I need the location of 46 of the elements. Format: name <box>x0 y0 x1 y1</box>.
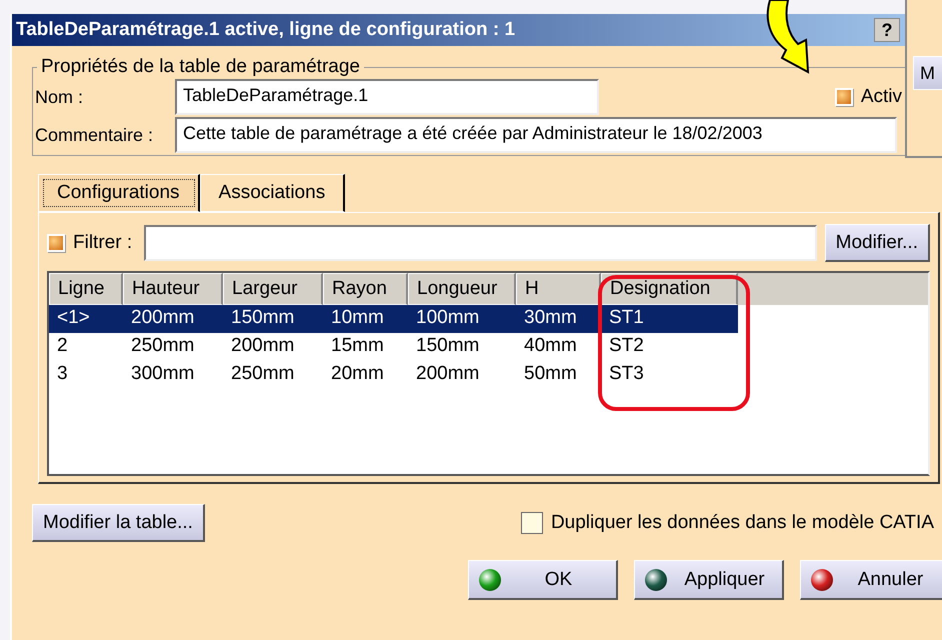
filter-checkbox[interactable] <box>47 234 65 252</box>
filter-label: Filtrer : <box>73 232 132 254</box>
duplicate-checkbox[interactable] <box>520 512 543 534</box>
group-title: Propriétés de la table de paramétrage <box>40 56 361 78</box>
window-title: TableDeParamétrage.1 active, ligne de configuration : 1 <box>16 19 516 41</box>
table-cell-text: 200mm <box>230 334 296 358</box>
name-field[interactable]: TableDeParamétrage.1 <box>175 79 599 115</box>
table-cell-text: ST1 <box>608 306 645 330</box>
table-cell-text: <1> <box>56 306 91 330</box>
side-button[interactable]: M <box>913 56 942 90</box>
table-cell-text: ST3 <box>608 362 645 386</box>
help-button[interactable]: ? <box>874 18 900 42</box>
modify-table-button[interactable]: Modifier la table... <box>32 504 205 542</box>
filter-field[interactable] <box>144 225 817 261</box>
active-label: Activ <box>860 86 902 108</box>
tab[interactable]: Associations <box>200 174 346 212</box>
duplicate-label: Dupliquer les données dans le modèle CATIA <box>550 512 934 534</box>
active-checkbox[interactable] <box>834 88 853 106</box>
table-cell-text: 250mm <box>130 334 196 358</box>
tab[interactable]: Configurations <box>38 174 200 212</box>
table-cell-text: 200mm <box>415 362 480 386</box>
table-cell-text: 2 <box>56 334 69 358</box>
table-cell-text: 300mm <box>130 362 196 386</box>
name-label: Nom : <box>34 86 84 108</box>
table-row[interactable]: 2 250mm 200mm 15mm 150mm 40mm ST2 <box>49 333 738 361</box>
table-row[interactable]: <1> 200mm 150mm 10mm 100mm 30mm ST1 <box>49 305 738 333</box>
table-cell-text: ST2 <box>608 334 645 358</box>
table-cell-text: 10mm <box>330 306 385 330</box>
table-cell-text: 150mm <box>230 306 296 330</box>
table-cell-text: 3 <box>56 362 69 386</box>
table-cell-text: 20mm <box>330 362 385 386</box>
ok-button[interactable]: OK <box>468 560 618 600</box>
cancel-button[interactable]: Annuler <box>800 560 942 600</box>
comment-label: Commentaire : <box>34 124 154 146</box>
modify-button[interactable]: Modifier... <box>824 224 930 262</box>
apply-button[interactable]: Appliquer <box>634 560 784 600</box>
comment-field[interactable]: Cette table de paramétrage a été créée par Administrateur le 18/02/2003 <box>175 117 897 153</box>
table-cell-text: 15mm <box>330 334 385 358</box>
table-cell-text: 30mm <box>523 306 578 330</box>
table-cell-text: 200mm <box>130 306 196 330</box>
table-cell-text: 150mm <box>415 334 480 358</box>
table-cell-text: 40mm <box>523 334 578 358</box>
table-cell-text: 50mm <box>523 362 578 386</box>
table-row[interactable]: 3 300mm 250mm 20mm 200mm 50mm ST3 <box>49 361 738 389</box>
table-cell-text: 250mm <box>230 362 296 386</box>
table-cell-text: 100mm <box>415 306 480 330</box>
